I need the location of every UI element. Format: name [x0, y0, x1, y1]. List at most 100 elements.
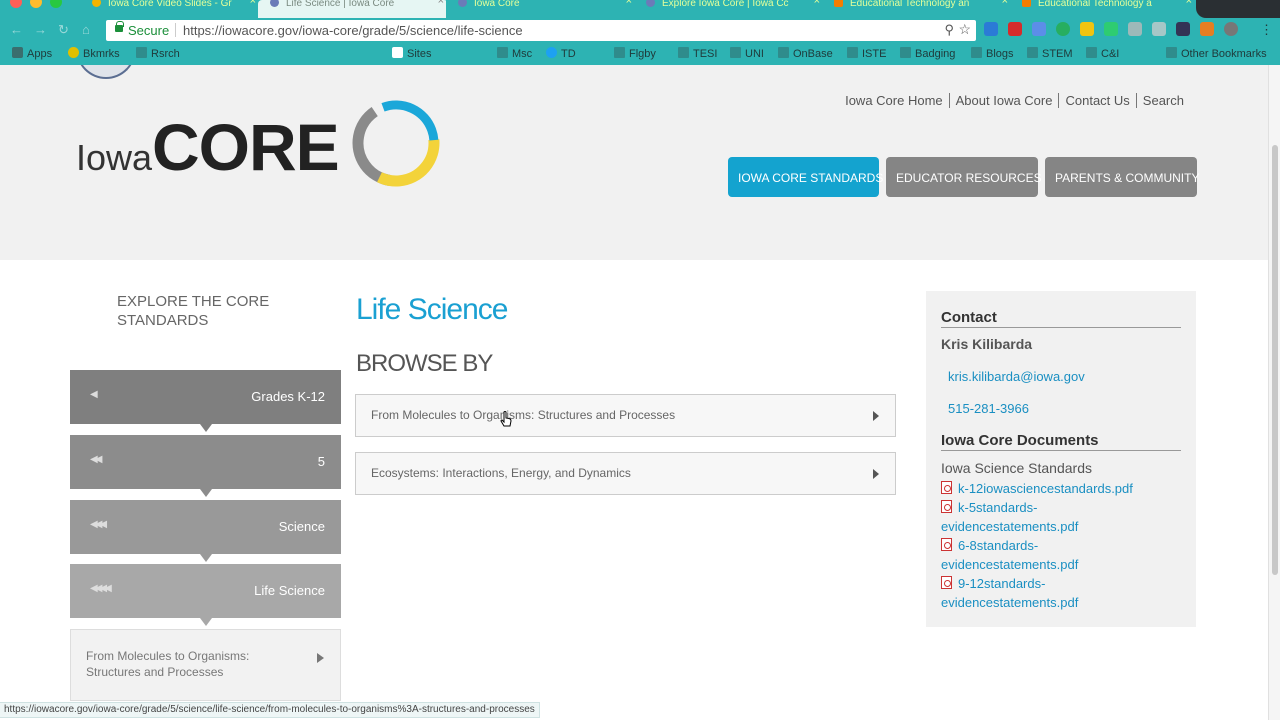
pdf-icon [941, 500, 952, 513]
bookmark-label: Apps [27, 48, 53, 60]
folder-icon [136, 47, 147, 58]
link-iowa-core-home[interactable]: Iowa Core Home [839, 93, 949, 108]
contact-phone-link[interactable]: 515-281-3966 [948, 399, 1029, 418]
bookmark-label: TESI [693, 48, 718, 60]
link-about-iowa-core[interactable]: About Iowa Core [950, 93, 1059, 108]
crumb-label: From Molecules to Organisms: Structures … [86, 649, 250, 679]
browse-item[interactable]: From Molecules to Organisms: Structures … [355, 394, 896, 437]
browse-item-label: Ecosystems: Interactions, Energy, and Dy… [371, 466, 631, 480]
browser-tab-active[interactable]: Life Science | Iowa Core × [258, 0, 448, 18]
crumb-label: 5 [317, 454, 325, 469]
bookmark-tesi[interactable]: TESI [678, 47, 717, 60]
logo-core-text: CORE [152, 110, 340, 184]
document-link[interactable]: 9-12standards-evidencestatements.pdf [941, 574, 1131, 612]
address-bar[interactable]: Secure https://iowacore.gov/iowa-core/gr… [106, 20, 976, 41]
folder-icon [847, 47, 858, 58]
close-icon[interactable]: × [1002, 0, 1008, 7]
status-bar-url: https://iowacore.gov/iowa-core/grade/5/s… [0, 702, 540, 718]
extension-drive-icon[interactable] [1080, 22, 1094, 36]
tab-title: Iowa Core Video Slides - Gr [108, 0, 232, 9]
extension-bird-icon[interactable] [1200, 22, 1214, 36]
bookmark-blogs[interactable]: Blogs [971, 47, 1014, 60]
crumb-domain[interactable]: ◀◀◀◀ Life Science [70, 564, 341, 626]
browser-tab[interactable]: Educational Technology a × [1010, 0, 1196, 18]
extension-g-icon[interactable] [1056, 22, 1070, 36]
crumb-current-topic[interactable]: From Molecules to Organisms: Structures … [70, 629, 341, 701]
browser-tab-strip: Iowa Core Video Slides - Gr × Life Scien… [0, 0, 1280, 18]
extension-d-icon[interactable] [984, 22, 998, 36]
crumb-subject[interactable]: ◀◀◀ Science [70, 500, 341, 562]
down-pointer-icon [200, 489, 212, 497]
home-icon[interactable]: ⌂ [82, 22, 90, 37]
extension-green-icon[interactable] [1104, 22, 1118, 36]
bookmark-uni[interactable]: UNI [730, 47, 764, 60]
bookmark-td[interactable]: TD [546, 47, 576, 60]
bookmark-bkmrks[interactable]: Bkmrks [68, 47, 120, 60]
document-link[interactable]: 6-8standards-evidencestatements.pdf [941, 536, 1131, 574]
browser-tab[interactable]: Explore Iowa Core | Iowa Cc × [634, 0, 824, 18]
extension-layers-icon[interactable] [1176, 22, 1190, 36]
document-link[interactable]: k-12iowasciencestandards.pdf [941, 479, 1181, 498]
bookmark-onbase[interactable]: OnBase [778, 47, 833, 60]
bookmark-label: Msc [512, 48, 533, 60]
crumb-grade[interactable]: ◀◀ 5 [70, 435, 341, 497]
bookmark-iste[interactable]: ISTE [847, 47, 886, 60]
browse-item[interactable]: Ecosystems: Interactions, Energy, and Dy… [355, 452, 896, 495]
slides-favicon-icon [92, 0, 101, 7]
browser-tab[interactable]: Iowa Core × [446, 0, 636, 18]
page-content: Iowa CORE Iowa Core Home About Iowa Core C… [0, 65, 1268, 720]
bookmark-other[interactable]: Other Bookmarks [1166, 47, 1267, 60]
state-seal-icon [76, 65, 136, 79]
close-icon[interactable]: × [626, 0, 632, 7]
bookmark-flgby[interactable]: Flgby [614, 47, 656, 60]
nav-educator-resources[interactable]: EDUCATOR RESOURCES [886, 157, 1042, 197]
bookmark-ci[interactable]: C&I [1086, 47, 1119, 60]
apps-grid-icon [12, 47, 23, 58]
nav-parents-community[interactable]: PARENTS & COMMUNITY [1045, 157, 1199, 197]
link-contact-us[interactable]: Contact Us [1059, 93, 1135, 108]
menu-icon[interactable]: ⋮ [1260, 22, 1273, 38]
bookmark-apps[interactable]: Apps [12, 47, 52, 60]
window-close-button[interactable] [10, 0, 22, 8]
extension-blue-icon[interactable] [1032, 22, 1046, 36]
reload-icon[interactable]: ↻ [58, 22, 69, 38]
extension-gray-icon[interactable] [1128, 22, 1142, 36]
document-link[interactable]: k-5standards-evidencestatements.pdf [941, 498, 1131, 536]
bookmark-stem[interactable]: STEM [1027, 47, 1073, 60]
extension-link-icon[interactable] [1152, 22, 1166, 36]
url-text[interactable]: https://iowacore.gov/iowa-core/grade/5/s… [183, 23, 523, 38]
extension-red-icon[interactable] [1008, 22, 1022, 36]
bookmark-sites[interactable]: Sites [392, 47, 431, 60]
bookmark-badging[interactable]: Badging [900, 47, 955, 60]
folder-icon [1086, 47, 1097, 58]
contact-email-link[interactable]: kris.kilibarda@iowa.gov [948, 367, 1085, 386]
browser-tab[interactable]: Iowa Core Video Slides - Gr × [80, 0, 260, 18]
page-scrollbar[interactable] [1268, 65, 1280, 720]
close-icon[interactable]: × [438, 0, 444, 7]
bookmark-star-icon[interactable]: ☆ [958, 21, 971, 38]
document-name: k-12iowasciencestandards.pdf [958, 481, 1133, 496]
close-icon[interactable]: × [814, 0, 820, 7]
bookmark-msc[interactable]: Msc [497, 47, 532, 60]
bookmark-label: C&I [1101, 48, 1120, 60]
bookmark-rsrch[interactable]: Rsrch [136, 47, 180, 60]
scrollbar-thumb[interactable] [1272, 145, 1278, 575]
back-arrow-icon[interactable]: ← [10, 22, 23, 37]
extension-location-icon[interactable] [1224, 22, 1238, 36]
crumb-grades[interactable]: ◀ Grades K-12 [70, 370, 341, 432]
link-search[interactable]: Search [1137, 93, 1190, 108]
tab-title: Educational Technology a [1038, 0, 1152, 9]
window-minimize-button[interactable] [30, 0, 42, 8]
window-zoom-button[interactable] [50, 0, 62, 8]
nav-iowa-core-standards[interactable]: IOWA CORE STANDARDS [728, 157, 883, 197]
profile-area[interactable] [1196, 0, 1280, 18]
close-icon[interactable]: × [250, 0, 256, 7]
forward-arrow-icon[interactable]: → [34, 22, 47, 37]
zoom-icon[interactable]: ⚲ [944, 22, 954, 38]
blogger-favicon-icon [834, 0, 843, 7]
play-arrow-icon [873, 411, 879, 421]
logo-ring-icon [352, 99, 440, 187]
browser-tab[interactable]: Educational Technology an × [822, 0, 1012, 18]
document-name: 6-8standards-evidencestatements.pdf [941, 538, 1079, 572]
close-icon[interactable]: × [1186, 0, 1192, 7]
